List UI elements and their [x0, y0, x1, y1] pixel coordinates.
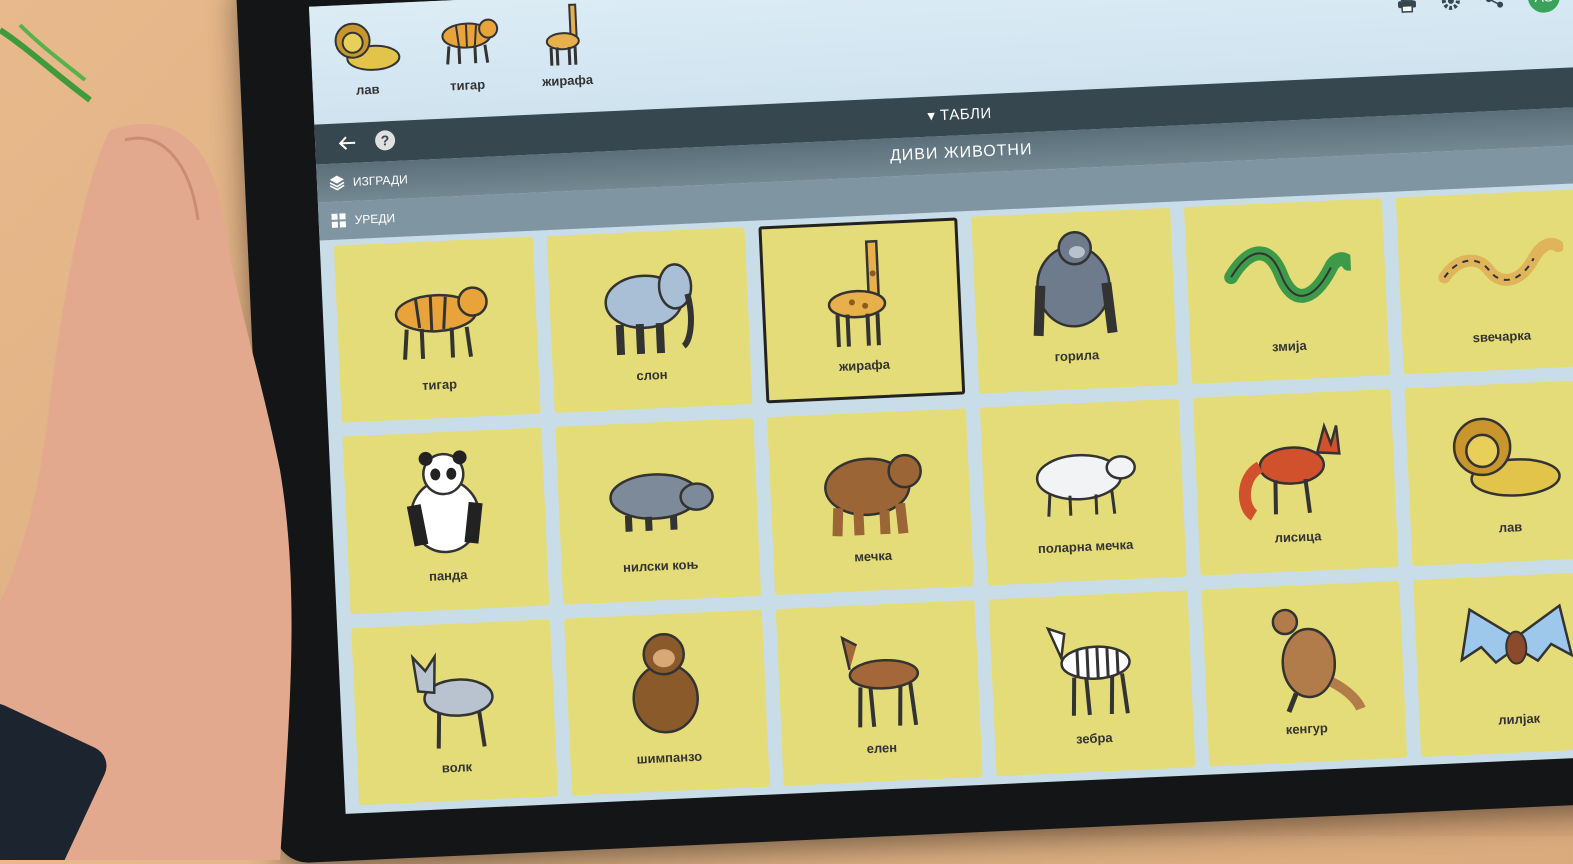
- board-tile[interactable]: слон: [546, 227, 753, 414]
- tile-label: елен: [866, 739, 898, 756]
- tile-label: жирафа: [838, 356, 891, 375]
- board-tile[interactable]: зебра: [988, 590, 1196, 777]
- message-item-label: жирафа: [541, 71, 594, 90]
- boards-label: ТАБЛИ: [939, 104, 993, 125]
- tiger-icon: [441, 18, 499, 65]
- message-item[interactable]: жирафа: [519, 0, 613, 90]
- tile-label: поларна мечка: [1037, 537, 1134, 557]
- board-tile[interactable]: лав: [1404, 379, 1573, 566]
- symbol-grid: тигар слон жирафа горила змија ѕвечарка панда н…: [333, 188, 1573, 806]
- edit-button[interactable]: УРЕДИ: [330, 210, 395, 229]
- lion-icon: [334, 22, 401, 71]
- tile-label: лисица: [1274, 528, 1322, 546]
- tile-label: ѕвечарка: [1472, 327, 1532, 346]
- share-icon[interactable]: [1483, 0, 1506, 10]
- tile-label: лилјак: [1497, 710, 1541, 728]
- zebra-icon: [1045, 626, 1132, 716]
- tablet-device: лав тигар жирафа ? ▾ ТАБЛИ ИЗГРАДИ ДИВИ …: [235, 0, 1573, 864]
- settings-icon[interactable]: [1439, 0, 1462, 12]
- bear-icon: [823, 454, 922, 537]
- message-item[interactable]: тигар: [419, 4, 513, 95]
- tile-label: лав: [1498, 519, 1523, 536]
- lion-icon: [1452, 418, 1561, 498]
- board-tile[interactable]: нилски коњ: [554, 418, 762, 605]
- fox-icon: [1238, 422, 1341, 521]
- polar-bear-icon: [1036, 454, 1137, 518]
- tile-label: тигар: [421, 376, 458, 393]
- board-tile[interactable]: ѕвечарка: [1396, 188, 1573, 375]
- panda-icon: [407, 450, 483, 554]
- tile-label: змија: [1271, 337, 1307, 355]
- giraffe-icon: [545, 3, 580, 66]
- board-tile[interactable]: волк: [351, 619, 558, 806]
- wolf-icon: [411, 652, 495, 749]
- board-tile[interactable]: змија: [1183, 198, 1391, 385]
- tile-label: кенгур: [1285, 719, 1329, 737]
- board-tile[interactable]: мечка: [767, 408, 974, 595]
- board-tile[interactable]: панда: [342, 427, 550, 615]
- rattlesnake-icon: [1438, 237, 1564, 286]
- snake-icon: [1224, 246, 1354, 303]
- board-tile[interactable]: горила: [971, 207, 1178, 395]
- tile-label: мечка: [853, 548, 893, 565]
- gorilla-icon: [1033, 230, 1118, 337]
- deer-icon: [839, 635, 919, 728]
- tile-label: панда: [428, 567, 468, 585]
- tile-label: слон: [636, 366, 668, 384]
- edit-label: УРЕДИ: [354, 211, 396, 227]
- tile-label: волк: [441, 758, 473, 776]
- chimpanzee-icon: [632, 632, 699, 734]
- board-tile[interactable]: тигар: [333, 236, 541, 423]
- tiger-icon: [395, 286, 489, 360]
- tile-label: нилски коњ: [622, 556, 699, 576]
- kangaroo-icon: [1271, 608, 1366, 713]
- tile-label: шимпанзо: [636, 748, 703, 767]
- board-tile[interactable]: поларна мечка: [979, 398, 1187, 586]
- tile-label: горила: [1054, 347, 1100, 365]
- board-tile[interactable]: кенгур: [1200, 580, 1408, 767]
- board-tile[interactable]: шимпанзо: [563, 609, 771, 796]
- print-icon[interactable]: [1395, 0, 1418, 14]
- message-item-label: тигар: [449, 76, 486, 94]
- hand-holding-tablet: [0, 123, 292, 860]
- toolbar: AS: [1395, 0, 1561, 19]
- board-tile[interactable]: лилјак: [1413, 570, 1573, 757]
- avatar[interactable]: AS: [1527, 0, 1561, 14]
- elephant-icon: [604, 263, 694, 356]
- board-tile[interactable]: елен: [776, 599, 983, 786]
- board-tile[interactable]: жирафа: [758, 217, 966, 404]
- bat-icon: [1459, 603, 1573, 665]
- app-screen: лав тигар жирафа ? ▾ ТАБЛИ ИЗГРАДИ ДИВИ …: [308, 0, 1573, 814]
- hippo-icon: [609, 473, 714, 533]
- giraffe-icon: [827, 239, 886, 348]
- board-tile[interactable]: лисица: [1192, 389, 1399, 576]
- tile-label: зебра: [1075, 729, 1113, 747]
